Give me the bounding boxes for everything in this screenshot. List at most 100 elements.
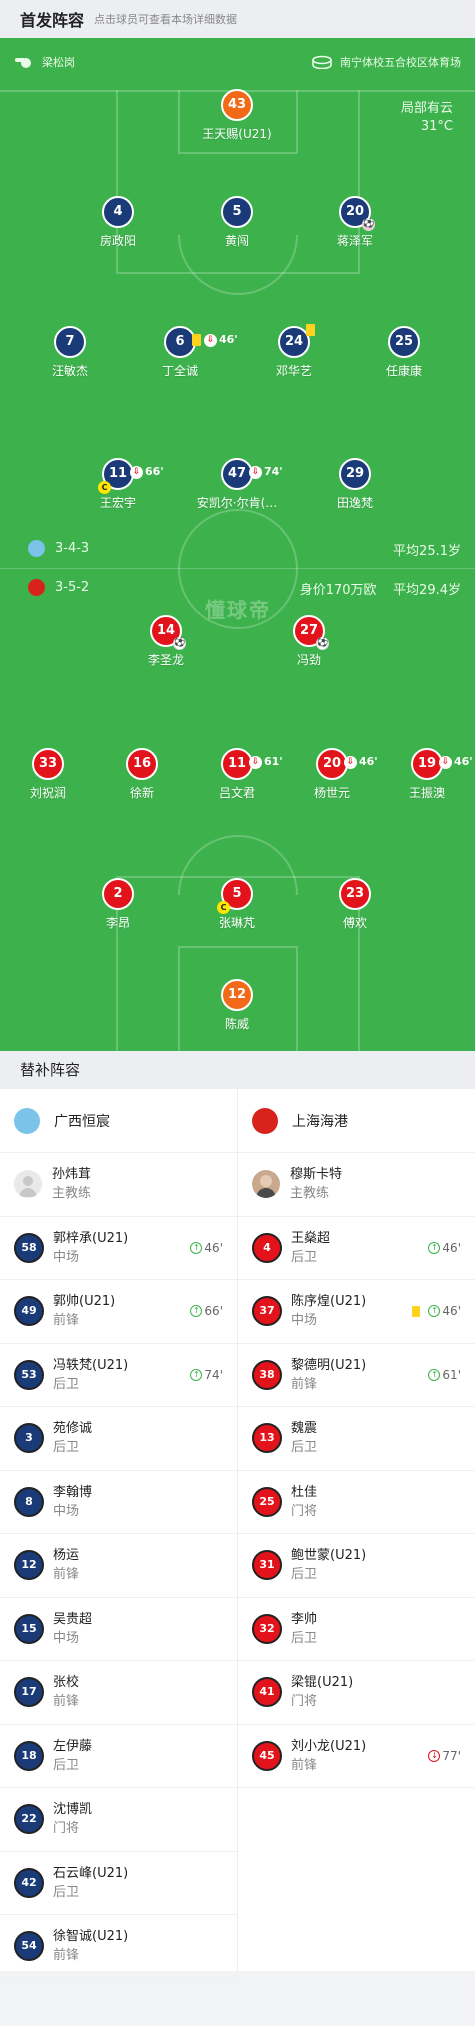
away-player-33[interactable]: 33 刘祝润 [0,748,98,801]
away-team-logo-icon [28,579,45,596]
player-position: 后卫 [53,1440,80,1456]
player-name: 陈威 [224,1017,249,1031]
player-number: 37 [252,1296,282,1327]
home-player-47[interactable]: 47 ⇩ 74' 安凯尔·尔肯(… [187,458,287,511]
substitution-event: ⇩ 74' [249,458,283,486]
home-player-11[interactable]: 11 ⇩ 66' C 王宏宇 [68,458,168,511]
player-name: 杨世元 [313,786,350,800]
away-value-and-age: 身价170万欧 平均29.4岁 [300,579,461,598]
weather-info: 局部有云 31°C [401,100,453,136]
stadium-icon [312,55,332,70]
away-sub-player-row[interactable]: 38 黎德明(U21) 前锋 ↑ 61' [238,1344,475,1407]
player-number-wrap: 27 ⚽ [293,615,329,650]
home-player-43[interactable]: 43 王天赐(U21) [187,89,287,142]
player-name: 王燊超 [291,1230,331,1246]
away-sub-player-row[interactable]: 37 陈序煌(U21) 中场 ↑ 46' [238,1280,475,1344]
home-coach-row[interactable]: 孙炜茸 主教练 [0,1153,237,1217]
away-player-11[interactable]: 11 ⇩ 61' 吕文君 [187,748,287,801]
player-info: 徐智诚(U21) 前锋 [53,1927,128,1965]
player-number: 42 [14,1867,44,1898]
away-player-27[interactable]: 27 ⚽ 冯劲 [259,615,359,668]
sub-minute: 46' [204,1240,223,1255]
player-number-wrap: 5C [217,878,253,914]
player-number: 20 [322,756,342,771]
home-sub-player-row[interactable]: 53 冯轶梵(U21) 后卫 ↑ 74' [0,1344,237,1407]
home-sub-player-row[interactable]: 54 徐智诚(U21) 前锋 [0,1915,237,1979]
home-sub-player-row[interactable]: 42 石云峰(U21) 后卫 [0,1852,237,1915]
player-name: 李翰博 [53,1484,93,1500]
player-info: 李翰博 中场 [53,1483,92,1521]
player-info: 冯轶梵(U21) 后卫 [53,1356,128,1394]
away-player-14[interactable]: 14 ⚽ 李圣龙 [116,615,216,668]
away-player-12[interactable]: 12 陈威 [187,979,287,1032]
away-sub-player-row[interactable]: 31 鲍世蒙(U21) 后卫 [238,1534,475,1598]
player-info: 杨运 前锋 [53,1546,79,1584]
home-formation-row: 3-4-3 平均25.1岁 [0,540,475,562]
player-number: 18 [14,1740,44,1771]
home-sub-player-row[interactable]: 12 杨运 前锋 [0,1534,237,1598]
yellow-card-icon [192,334,201,346]
player-position: 门将 [291,1503,318,1519]
away-player-19[interactable]: 19 ⇩ 46' 王振澳 [377,748,475,801]
player-position: 前锋 [53,1567,80,1583]
player-position: 中场 [53,1630,80,1646]
substitutes-panel: 广西恒宸 孙炜茸 主教练 58 郭梓承(U21) 中场 ↑ 46' 49 郭帅(U21) 前锋… [0,1089,475,1979]
home-player-20[interactable]: 20 ⚽ 蒋泽军 [305,196,405,249]
player-position: 门将 [53,1821,80,1837]
home-player-25[interactable]: 25 任康康 [354,326,454,379]
home-team-row[interactable]: 广西恒宸 [0,1089,237,1153]
home-sub-player-row[interactable]: 49 郭帅(U21) 前锋 ↑ 66' [0,1280,237,1344]
coach-avatar-icon [14,1170,42,1199]
away-sub-player-row[interactable]: 4 王燊超 后卫 ↑ 46' [238,1217,475,1280]
away-player-23[interactable]: 23 傅欢 [305,878,405,931]
home-sub-player-row[interactable]: 15 吴贵超 中场 [0,1598,237,1661]
player-number: 45 [252,1740,282,1771]
home-player-4[interactable]: 4 房政阳 [68,196,168,249]
player-number-wrap: 11 ⇩ 66' C [98,458,164,494]
referee-name: 梁松岗 [42,56,75,69]
away-sub-player-row[interactable]: 45 刘小龙(U21) 前锋 ↓ 77' [238,1725,475,1788]
home-sub-player-row[interactable]: 3 苑修诚 后卫 [0,1407,237,1471]
home-player-29[interactable]: 29 田逸梵 [305,458,405,511]
home-player-24[interactable]: 24 邓华艺 [244,324,344,379]
away-player-16[interactable]: 16 徐新 [92,748,192,801]
home-player-5[interactable]: 5 黄闯 [187,196,287,249]
home-player-6[interactable]: 6 ⇩ 46' 丁全诚 [130,326,238,379]
home-sub-player-row[interactable]: 18 左伊藤 后卫 [0,1725,237,1788]
away-player-20[interactable]: 20 ⇩ 46' 杨世元 [282,748,382,801]
player-number: 33 [32,748,64,780]
away-team-row[interactable]: 上海海港 [238,1089,475,1153]
player-number: 19 [417,756,437,771]
player-name: 冯轶梵(U21) [53,1357,129,1373]
away-sub-player-row[interactable]: 25 杜佳 门将 [238,1471,475,1534]
player-name: 王振澳 [408,786,445,800]
away-player-2[interactable]: 2 李昂 [68,878,168,931]
player-name: 张校 [53,1675,80,1691]
player-number: 7 [54,326,86,358]
home-subs-column: 广西恒宸 孙炜茸 主教练 58 郭梓承(U21) 中场 ↑ 46' 49 郭帅(U21) 前锋… [0,1089,237,1979]
home-player-7[interactable]: 7 汪敏杰 [20,326,120,379]
away-player-5[interactable]: 5C 张琳芃 [187,878,287,931]
player-number: 22 [14,1804,44,1835]
home-formation: 3-4-3 [55,541,90,556]
sub-minute: 46' [219,333,238,346]
home-sub-player-row[interactable]: 17 张校 前锋 [0,1661,237,1725]
football-pitch: 梁松岗 南宁体校五合校区体育场 局部有云 31°C 懂球帝 3-4-3 平均25… [0,38,475,1051]
away-sub-player-row[interactable]: 13 魏震 后卫 [238,1407,475,1471]
away-subs-column: 上海海港 穆斯卡特 主教练 4 王燊超 后卫 ↑ 46' 37 陈序煌(U21) 中场 ↑ 46'… [238,1089,475,1788]
coach-info: 穆斯卡特 主教练 [290,1165,342,1203]
player-number: 41 [252,1677,282,1708]
player-name: 刘祝润 [29,786,66,800]
substitution-event: ↑ 46' [190,1241,223,1255]
player-name: 傅欢 [342,916,367,930]
home-sub-player-row[interactable]: 8 李翰博 中场 [0,1471,237,1534]
away-coach-row[interactable]: 穆斯卡特 主教练 [238,1153,475,1217]
home-sub-player-row[interactable]: 22 沈博凯门将 [0,1788,237,1852]
away-sub-player-row[interactable]: 32 李帅 后卫 [238,1598,475,1661]
away-sub-player-row[interactable]: 41 梁锟(U21) 门将 [238,1661,475,1725]
referee-info: 梁松岗 [14,54,75,70]
player-name: 沈博凯 [53,1802,93,1818]
away-average-age: 平均29.4岁 [393,583,461,598]
home-sub-player-row[interactable]: 58 郭梓承(U21) 中场 ↑ 46' [0,1217,237,1280]
player-name: 刘小龙(U21) [291,1738,367,1754]
